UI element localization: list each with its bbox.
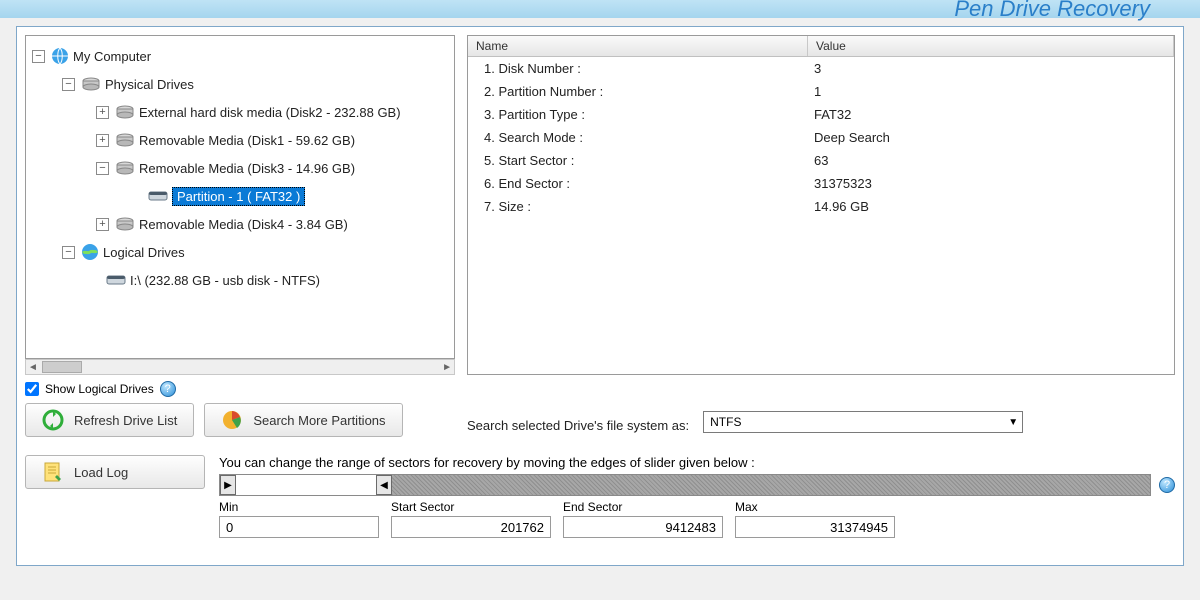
table-row[interactable]: 7. Size :14.96 GB	[468, 195, 1174, 218]
tree-node-disk2[interactable]: + External hard disk media (Disk2 - 232.…	[28, 98, 452, 126]
table-row[interactable]: 1. Disk Number :3	[468, 57, 1174, 80]
scroll-left-icon[interactable]: ◄	[28, 362, 38, 373]
tree-node-partition-selected[interactable]: Partition - 1 ( FAT32 )	[28, 182, 452, 210]
scroll-thumb[interactable]	[42, 361, 82, 373]
help-icon[interactable]: ?	[1159, 477, 1175, 493]
tree-node-disk1[interactable]: + Removable Media (Disk1 - 59.62 GB)	[28, 126, 452, 154]
tree-node-logical[interactable]: − Logical Drives	[28, 238, 452, 266]
slider-end-handle[interactable]: ◀	[376, 475, 392, 495]
expand-icon[interactable]: +	[96, 134, 109, 147]
slider-caption: You can change the range of sectors for …	[219, 455, 1175, 470]
sector-range-slider[interactable]: ▶ ◀	[219, 474, 1151, 496]
tree-node-physical[interactable]: − Physical Drives	[28, 70, 452, 98]
tree-label: Logical Drives	[103, 245, 185, 260]
drive-icon	[81, 76, 101, 92]
min-value[interactable]: 0	[219, 516, 379, 538]
start-sector-value[interactable]: 201762	[391, 516, 551, 538]
drive-tree[interactable]: − My Computer − Physical Drives +	[25, 35, 455, 359]
tree-label: External hard disk media (Disk2 - 232.88…	[139, 105, 401, 120]
drive-icon	[148, 188, 168, 204]
tree-h-scrollbar[interactable]: ◄ ►	[25, 359, 455, 375]
button-label: Refresh Drive List	[74, 413, 177, 428]
slider-start-handle[interactable]: ▶	[220, 475, 236, 495]
expand-icon[interactable]: +	[96, 218, 109, 231]
search-more-partitions-button[interactable]: Search More Partitions	[204, 403, 402, 437]
tree-label: Removable Media (Disk1 - 59.62 GB)	[139, 133, 355, 148]
slider-selected-range[interactable]	[236, 475, 376, 495]
table-row[interactable]: 4. Search Mode :Deep Search	[468, 126, 1174, 149]
end-sector-value[interactable]: 9412483	[563, 516, 723, 538]
start-sector-label: Start Sector	[391, 500, 551, 514]
chevron-down-icon: ▼	[1008, 417, 1018, 428]
help-icon[interactable]: ?	[160, 381, 176, 397]
tree-node-disk4[interactable]: + Removable Media (Disk4 - 3.84 GB)	[28, 210, 452, 238]
title-bar: Pen Drive Recovery	[0, 0, 1200, 18]
show-logical-checkbox[interactable]	[25, 382, 39, 396]
drive-icon	[106, 272, 126, 288]
drive-icon	[115, 104, 135, 120]
collapse-icon[interactable]: −	[62, 246, 75, 259]
pie-icon	[221, 409, 243, 431]
tree-label-selected: Partition - 1 ( FAT32 )	[172, 187, 305, 206]
show-logical-label: Show Logical Drives	[45, 382, 154, 396]
computer-icon	[51, 47, 69, 65]
log-icon	[42, 461, 64, 483]
tree-label: Removable Media (Disk4 - 3.84 GB)	[139, 217, 348, 232]
expand-icon[interactable]: +	[96, 106, 109, 119]
button-label: Load Log	[74, 465, 128, 480]
tree-node-logical-i[interactable]: I:\ (232.88 GB - usb disk - NTFS)	[28, 266, 452, 294]
tree-node-mycomputer[interactable]: − My Computer	[28, 42, 452, 70]
table-row[interactable]: 5. Start Sector :63	[468, 149, 1174, 172]
min-label: Min	[219, 500, 379, 514]
table-row[interactable]: 3. Partition Type :FAT32	[468, 103, 1174, 126]
slider-unselected[interactable]	[392, 475, 1150, 495]
end-sector-label: End Sector	[563, 500, 723, 514]
collapse-icon[interactable]: −	[62, 78, 75, 91]
tree-label: Physical Drives	[105, 77, 194, 92]
search-as-label: Search selected Drive's file system as:	[467, 418, 689, 433]
collapse-icon[interactable]: −	[96, 162, 109, 175]
drive-icon	[115, 216, 135, 232]
tree-label: I:\ (232.88 GB - usb disk - NTFS)	[130, 273, 320, 288]
button-label: Search More Partitions	[253, 413, 385, 428]
app-title: Pen Drive Recovery	[954, 0, 1150, 22]
col-header-value[interactable]: Value	[808, 36, 1174, 56]
table-row[interactable]: 2. Partition Number :1	[468, 80, 1174, 103]
drive-icon	[115, 132, 135, 148]
select-value: NTFS	[710, 415, 741, 429]
load-log-button[interactable]: Load Log	[25, 455, 205, 489]
main-panel: − My Computer − Physical Drives +	[16, 26, 1184, 566]
globe-icon	[81, 243, 99, 261]
tree-label: My Computer	[73, 49, 151, 64]
tree-node-disk3[interactable]: − Removable Media (Disk3 - 14.96 GB)	[28, 154, 452, 182]
table-row[interactable]: 6. End Sector :31375323	[468, 172, 1174, 195]
filesystem-select[interactable]: NTFS ▼	[703, 411, 1023, 433]
refresh-icon	[42, 409, 64, 431]
max-label: Max	[735, 500, 895, 514]
max-value[interactable]: 31374945	[735, 516, 895, 538]
tree-label: Removable Media (Disk3 - 14.96 GB)	[139, 161, 355, 176]
refresh-drive-list-button[interactable]: Refresh Drive List	[25, 403, 194, 437]
collapse-icon[interactable]: −	[32, 50, 45, 63]
drive-icon	[115, 160, 135, 176]
scroll-right-icon[interactable]: ►	[442, 362, 452, 373]
properties-grid: Name Value 1. Disk Number :3 2. Partitio…	[467, 35, 1175, 375]
col-header-name[interactable]: Name	[468, 36, 808, 56]
